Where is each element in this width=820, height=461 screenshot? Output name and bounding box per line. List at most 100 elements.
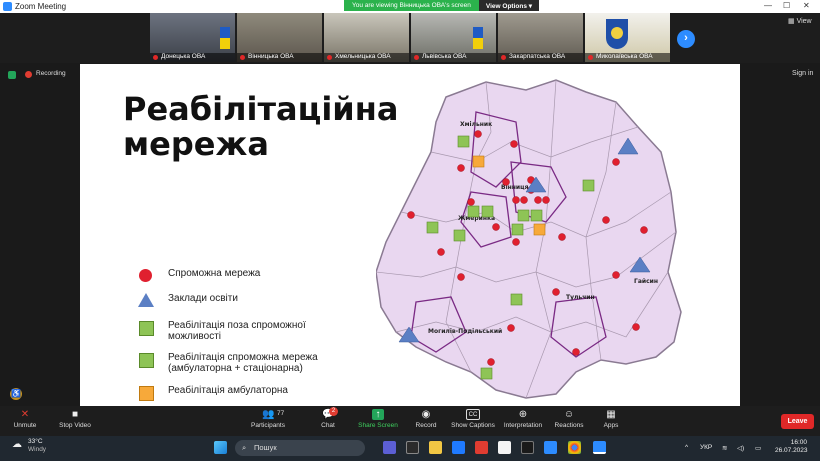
speaker-icon[interactable]: ◁) bbox=[737, 444, 744, 452]
windows-start-icon[interactable] bbox=[214, 441, 227, 454]
participant-tile[interactable]: Хмельницька ОВА bbox=[324, 13, 409, 62]
red-circle-marker bbox=[512, 196, 520, 204]
close-icon[interactable]: ✕ bbox=[803, 1, 810, 10]
green-square-marker bbox=[480, 367, 493, 380]
participant-name: Вінницька ОВА bbox=[237, 53, 322, 62]
red-circle-marker bbox=[437, 248, 445, 256]
red-circle-marker bbox=[542, 196, 550, 204]
participants-label: Participants bbox=[251, 422, 285, 429]
red-circle-marker bbox=[407, 211, 415, 219]
keyboard-language[interactable]: УКР bbox=[700, 444, 712, 451]
amazon-icon[interactable] bbox=[498, 441, 511, 454]
record-button[interactable]: ◉ Record bbox=[406, 409, 446, 429]
green-square-marker bbox=[467, 205, 480, 218]
unmute-button[interactable]: ✕ Unmute bbox=[5, 409, 45, 429]
recording-icon bbox=[25, 71, 32, 78]
view-options-label: View Options bbox=[485, 3, 527, 10]
accessibility-icon[interactable]: ♿ bbox=[10, 388, 22, 400]
maximize-icon[interactable]: ☐ bbox=[783, 1, 790, 10]
shield-icon[interactable] bbox=[8, 71, 16, 79]
red-circle-marker bbox=[467, 198, 475, 206]
participants-count: 77 bbox=[277, 410, 285, 417]
red-circle-icon bbox=[138, 268, 154, 284]
coat-of-arms-icon bbox=[606, 19, 628, 49]
red-circle-marker bbox=[510, 140, 518, 148]
green-square-marker bbox=[517, 209, 530, 222]
task-view-icon[interactable] bbox=[406, 441, 419, 454]
participant-name: Закарпатська ОВА bbox=[498, 53, 583, 62]
share-screen-button[interactable]: ↑ Share Screen bbox=[358, 409, 398, 429]
red-circle-marker bbox=[492, 223, 500, 231]
window-title: Zoom Meeting bbox=[15, 2, 67, 11]
chat-label: Chat bbox=[321, 422, 335, 429]
flag-icon bbox=[473, 27, 483, 49]
teams-icon[interactable] bbox=[383, 441, 396, 454]
view-button[interactable]: View bbox=[788, 17, 812, 25]
red-circle-marker bbox=[512, 238, 520, 246]
participant-strip bbox=[0, 13, 820, 63]
wifi-icon[interactable]: ≋ bbox=[722, 444, 727, 452]
tray-chevron-icon[interactable]: ^ bbox=[685, 444, 688, 451]
date: 26.07.2023 bbox=[775, 447, 808, 454]
edge-icon[interactable] bbox=[452, 441, 465, 454]
participant-tile[interactable]: Миколаївська ОВА bbox=[585, 13, 670, 62]
stop-video-button[interactable]: ■ Stop Video bbox=[55, 409, 95, 429]
apps-button[interactable]: ▦ Apps bbox=[591, 409, 631, 429]
participant-tile[interactable]: Львівська ОВА bbox=[411, 13, 496, 62]
tiktok-icon[interactable] bbox=[521, 441, 534, 454]
legend-text: Реабілітація амбулаторна bbox=[168, 385, 288, 396]
green-square-icon bbox=[138, 320, 154, 336]
show-captions-button[interactable]: CC Show Captions bbox=[450, 409, 496, 429]
participant-tile[interactable]: Вінницька ОВА bbox=[237, 13, 322, 62]
legend-item: Спроможна мережа bbox=[138, 268, 260, 284]
battery-icon[interactable]: ▭ bbox=[755, 444, 761, 452]
leave-button[interactable]: Leave bbox=[781, 414, 814, 429]
legend-text: Спроможна мережа bbox=[168, 268, 261, 279]
green-square-marker bbox=[510, 293, 523, 306]
reactions-label: Reactions bbox=[554, 422, 584, 429]
taskbar-search-input[interactable]: ⌕ Пошук bbox=[235, 440, 365, 456]
red-circle-marker bbox=[632, 323, 640, 331]
minimize-icon[interactable]: — bbox=[764, 1, 772, 10]
legend-item: Реабілітація спроможна мережа (амбулатор… bbox=[138, 352, 338, 374]
time: 16:00 bbox=[790, 439, 807, 446]
map-label-city: Хмільник bbox=[460, 121, 492, 128]
reactions-button[interactable]: ☺ Reactions bbox=[549, 409, 589, 429]
legend-text: Заклади освіти bbox=[168, 293, 238, 304]
red-circle-marker bbox=[487, 358, 495, 366]
red-circle-marker bbox=[457, 164, 465, 172]
chat-badge: 2 bbox=[329, 407, 338, 416]
red-circle-marker bbox=[552, 288, 560, 296]
file-explorer-icon[interactable] bbox=[429, 441, 442, 454]
green-square-marker bbox=[453, 229, 466, 242]
next-page-button[interactable]: › bbox=[677, 30, 695, 48]
legend-text: Реабілітація спроможна мережа (амбулатор… bbox=[168, 352, 318, 374]
red-circle-marker bbox=[534, 196, 542, 204]
view-options-button[interactable]: View Options ▾ bbox=[478, 0, 540, 11]
sign-in-button[interactable]: Sign in bbox=[792, 70, 813, 77]
participant-name: Миколаївська ОВА bbox=[585, 53, 670, 62]
recording-label: Recording bbox=[36, 70, 66, 77]
telegram-icon[interactable] bbox=[544, 441, 557, 454]
zoom-taskbar-icon[interactable] bbox=[593, 441, 606, 454]
apps-icon: ▦ bbox=[606, 409, 616, 420]
weather-widget[interactable]: 33°C Windy bbox=[28, 438, 46, 454]
temperature: 33°C bbox=[28, 438, 43, 445]
red-circle-marker bbox=[612, 158, 620, 166]
system-clock[interactable]: 16:00 26.07.2023 bbox=[775, 439, 808, 455]
red-circle-marker bbox=[558, 233, 566, 241]
participant-tile[interactable]: Донецька ОВА bbox=[150, 13, 235, 62]
share-banner: You are viewing Вінницька ОВА's screen V… bbox=[344, 0, 540, 11]
viewing-screen-label: You are viewing Вінницька ОВА's screen bbox=[344, 0, 479, 11]
red-circle-marker bbox=[602, 216, 610, 224]
participant-tile[interactable]: Закарпатська ОВА bbox=[498, 13, 583, 62]
app-red-icon[interactable] bbox=[475, 441, 488, 454]
flag-icon bbox=[220, 27, 230, 49]
chrome-icon[interactable] bbox=[568, 441, 581, 454]
chat-button[interactable]: 💬 Chat bbox=[308, 409, 348, 429]
green-square-marker bbox=[582, 179, 595, 192]
map-label-city: Тульчин bbox=[566, 294, 595, 301]
interpretation-button[interactable]: ⊕ Interpretation bbox=[500, 409, 546, 429]
legend-text: Реабілітація поза спроможної можливості bbox=[168, 320, 306, 342]
apps-label: Apps bbox=[603, 422, 619, 429]
